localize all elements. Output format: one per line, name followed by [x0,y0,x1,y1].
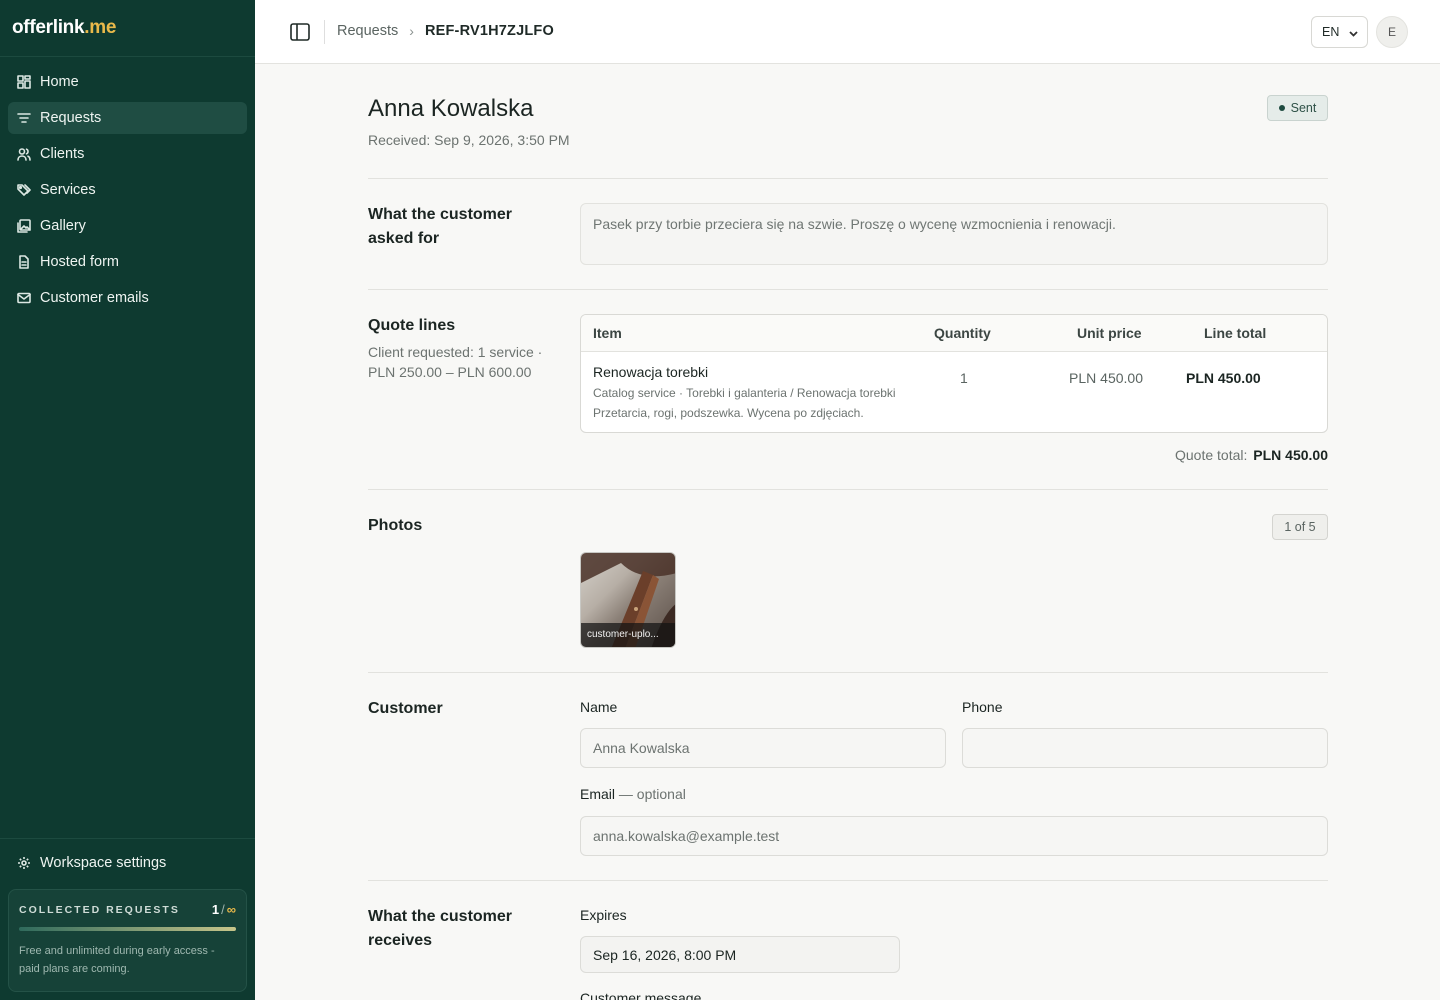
gear-icon [17,856,31,870]
language-value: EN [1322,25,1340,39]
section-divider [368,672,1328,673]
sidebar-footer: Workspace settings COLLECTED REQUESTS 1/… [0,838,255,1000]
divider [324,20,325,44]
filter-icon [17,111,31,125]
email-optional-hint: — optional [615,786,686,802]
chevron-right-icon: › [409,23,414,39]
customer-request-text: Pasek przy torbie przeciera się na szwie… [580,203,1328,265]
column-header-quantity: Quantity [934,325,991,341]
document-icon [17,255,31,269]
panel-left-icon [290,23,310,41]
line-item-total: PLN 450.00 [1186,370,1261,386]
photo-thumbnail[interactable]: customer-uplo... [580,552,676,648]
column-header-unit-price: Unit price [1077,325,1142,341]
sidebar-item-hosted-form[interactable]: Hosted form [8,246,247,278]
sidebar-item-label: Customer emails [40,290,149,306]
sidebar-toggle-button[interactable] [289,21,311,43]
sidebar-item-gallery[interactable]: Gallery [8,210,247,242]
language-select[interactable]: EN [1311,16,1368,48]
mail-icon [17,291,31,305]
sidebar-item-home[interactable]: Home [8,66,247,98]
page-title: Anna Kowalska [368,95,534,122]
settings-label: Workspace settings [40,855,167,871]
brand-logo[interactable]: offerlink.me [0,0,255,57]
breadcrumb-current: REF-RV1H7ZJLFO [424,23,554,39]
usage-count: 1/∞ [212,902,236,917]
receives-section-title: What the customer receives [368,908,513,949]
gallery-icon [17,219,31,233]
top-bar: Requests › REF-RV1H7ZJLFO EN E [255,0,1440,64]
expires-label: Expires [580,907,627,923]
workspace-settings-link[interactable]: Workspace settings [8,847,247,879]
sidebar-item-label: Gallery [40,218,86,234]
brand-name: offerlink [12,17,85,38]
photos-section-title: Photos [368,517,423,534]
quote-lines-table: Item Quantity Unit price Line total Reno… [580,314,1328,433]
sidebar-nav: Home Requests Clients Services Gallery H… [0,57,255,314]
section-divider [368,489,1328,490]
status-label: Sent [1290,101,1317,115]
sidebar: offerlink.me Home Requests Clients Servi… [0,0,255,1000]
email-label-text: Email [580,786,616,802]
customer-message-label: Customer message [580,990,702,1000]
sidebar-item-label: Requests [40,110,102,126]
grid-icon [17,75,31,89]
line-item-meta: Catalog service · Torebki i galanteria /… [593,386,896,400]
expires-input[interactable] [580,936,900,973]
usage-count-value: 1 [211,902,220,917]
avatar[interactable]: E [1376,16,1408,48]
table-header: Item Quantity Unit price Line total [581,315,1327,352]
section-divider [368,289,1328,290]
breadcrumb-requests-link[interactable]: Requests [337,23,398,39]
column-header-line-total: Line total [1204,325,1267,341]
usage-note: Free and unlimited during early access -… [19,945,215,975]
sidebar-item-requests[interactable]: Requests [8,102,247,134]
usage-limit: ∞ [226,902,236,917]
customer-section-title: Customer [368,700,443,717]
usage-separator: / [221,902,225,917]
asked-section-title: What the customer asked for [368,206,513,247]
phone-input[interactable] [962,728,1328,768]
chevron-down-icon [1349,27,1358,37]
usage-card: COLLECTED REQUESTS 1/∞ Free and unlimite… [8,889,247,992]
sidebar-item-label: Home [40,74,79,90]
line-item-description: Przetarcia, rogi, podszewka. Wycena po z… [593,406,864,420]
table-row[interactable]: Renowacja torebki Catalog service · Tore… [581,352,1327,432]
quote-section-title: Quote lines [368,317,456,334]
breadcrumb: Requests › REF-RV1H7ZJLFO [337,23,554,39]
usage-label: COLLECTED REQUESTS [19,903,180,916]
line-item-quantity: 1 [960,370,968,386]
brand-domain: .me [84,17,117,38]
name-label: Name [580,699,618,715]
tags-icon [17,183,31,197]
quote-total-label: Quote total: [1175,447,1248,463]
sidebar-item-label: Hosted form [40,254,119,270]
phone-label: Phone [962,699,1003,715]
sidebar-item-services[interactable]: Services [8,174,247,206]
sidebar-item-label: Clients [40,146,85,162]
photo-caption: customer-uplo... [581,623,675,647]
sidebar-item-label: Services [40,182,96,198]
section-divider [368,880,1328,881]
column-header-item: Item [593,325,622,341]
name-input[interactable] [580,728,946,768]
status-badge: Sent [1267,95,1328,121]
usage-progress-bar [19,927,236,931]
received-timestamp: Received: Sep 9, 2026, 3:50 PM [368,132,570,148]
quote-total-value: PLN 450.00 [1253,447,1328,463]
users-icon [17,147,31,161]
email-label: Email — optional [580,786,686,802]
quote-client-requested: Client requested: 1 service · PLN 250.00… [368,344,543,380]
email-input[interactable] [580,816,1328,856]
photo-count-badge: 1 of 5 [1272,514,1328,540]
status-dot [1278,105,1285,111]
line-item-name: Renowacja torebki [593,364,709,380]
quote-total: Quote total: PLN 450.00 [1175,447,1328,463]
sidebar-item-clients[interactable]: Clients [8,138,247,170]
section-divider [368,178,1328,179]
sidebar-item-customer-emails[interactable]: Customer emails [8,282,247,314]
line-item-unit-price: PLN 450.00 [1069,370,1143,386]
